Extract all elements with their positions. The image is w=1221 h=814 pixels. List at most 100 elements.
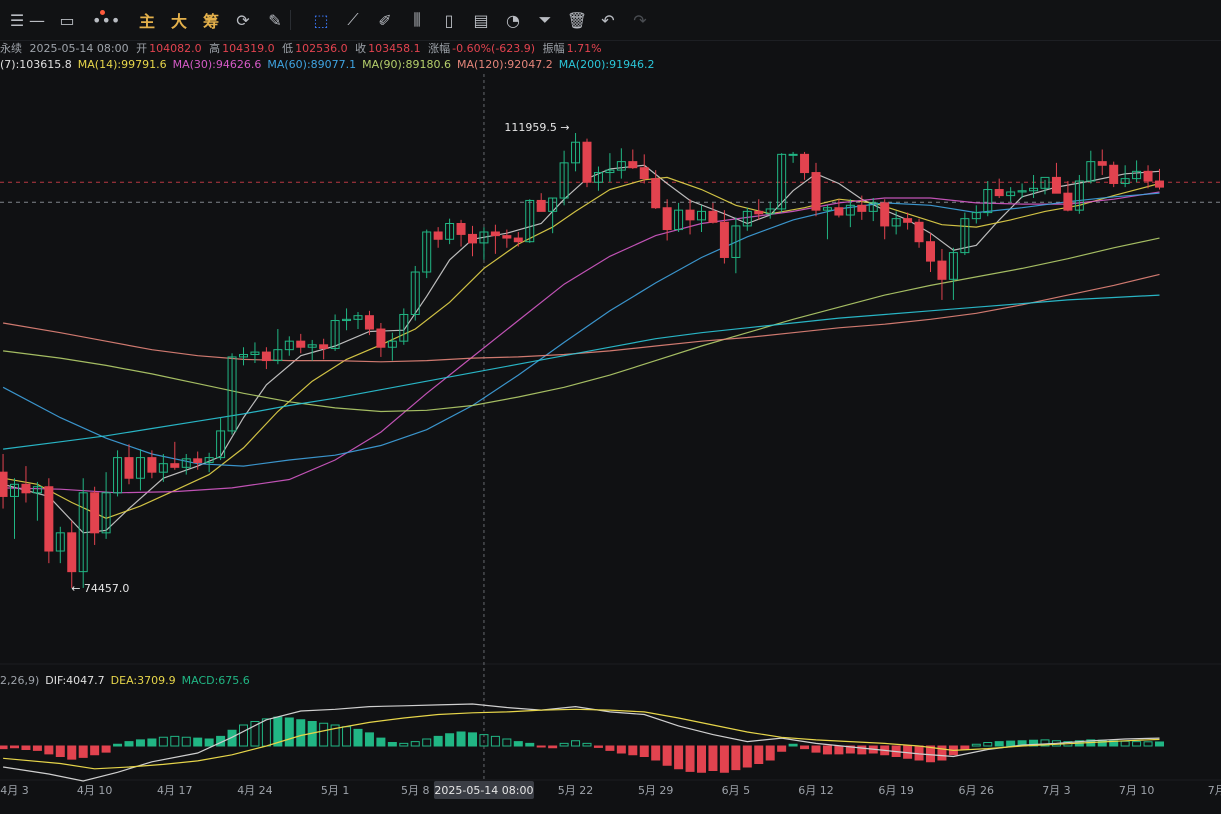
macd-bar-50 [571, 740, 581, 747]
candle-body-101 [1155, 180, 1164, 188]
macd-bar-25 [284, 717, 294, 747]
candle-body-47 [536, 199, 546, 212]
macd-bar-57 [651, 745, 661, 761]
candle-body-45 [513, 237, 523, 243]
candle-body-11 [124, 457, 134, 479]
x-tick-label: 6月 19 [878, 784, 914, 797]
macd-bar-43 [490, 735, 500, 747]
candle-body-75 [857, 204, 867, 212]
macd-bar-53 [605, 745, 615, 751]
x-tick-label: 6月 12 [798, 784, 834, 797]
macd-bar-80 [914, 745, 924, 761]
macd-bar-40 [456, 731, 466, 747]
x-tick-label: 4月 17 [157, 784, 193, 797]
macd-bar-49 [559, 742, 569, 747]
macd-bar-101 [1155, 741, 1164, 747]
ma-line-ma30 [3, 191, 1160, 494]
candle-body-57 [651, 178, 661, 209]
macd-bar-100 [1143, 741, 1153, 747]
macd-bar-4 [44, 745, 54, 755]
candle-body-71 [811, 172, 821, 211]
ma-line-ma7 [2, 164, 1160, 534]
candle-body-41 [468, 233, 477, 244]
macd-bar-60 [685, 745, 695, 772]
macd-bar-12 [135, 739, 145, 747]
macd-bar-99 [1132, 741, 1142, 747]
ma-line-ma200 [3, 294, 1160, 450]
ma-line-ma90 [3, 237, 1160, 413]
macd-bar-96 [1097, 739, 1107, 747]
macd-bar-54 [616, 745, 626, 754]
candle-body-17 [193, 458, 203, 463]
ma-line-ma120 [2, 273, 1160, 363]
macd-bar-16 [181, 736, 191, 747]
x-tick-label: 4月 3 [0, 784, 29, 797]
macd-bar-14 [158, 736, 168, 747]
candle-body-87 [994, 189, 1004, 197]
x-tick-label: 6月 5 [722, 784, 751, 797]
macd-bar-13 [147, 738, 157, 747]
candle-body-55 [628, 161, 638, 169]
x-tick-label: 4月 24 [237, 784, 273, 797]
candle-body-28 [319, 344, 329, 349]
candle-body-58 [662, 207, 672, 231]
macd-bar-26 [296, 719, 306, 747]
macd-bar-75 [857, 745, 867, 755]
macd-bar-35 [399, 742, 409, 747]
x-tick-label: 7月 3 [1042, 784, 1071, 797]
candle-body-0 [0, 471, 8, 497]
candle-body-73 [834, 207, 844, 216]
candle-body-97 [1109, 164, 1119, 184]
macd-bar-64 [731, 745, 741, 771]
macd-bar-6 [67, 745, 77, 760]
candle-body-15 [170, 463, 180, 468]
macd-bar-44 [502, 738, 512, 747]
candle-body-96 [1097, 161, 1107, 166]
macd-bar-38 [433, 735, 443, 747]
candle-body-38 [433, 231, 443, 240]
macd-bar-0 [0, 745, 8, 750]
candle-body-62 [708, 210, 718, 223]
macd-bar-18 [204, 738, 214, 747]
macd-bar-63 [719, 745, 729, 773]
macd-bar-45 [513, 741, 523, 747]
crosshair-date-label: 2025-05-14 08:00 [434, 784, 533, 797]
macd-bar-21 [239, 724, 248, 747]
candlestick-chart[interactable]: 111959.5 → ← 74457.0 4月 3 4月 10 4月 17 4月 24 5月… [0, 0, 1221, 814]
macd-bar-8 [90, 745, 100, 756]
macd-bar-9 [101, 745, 111, 753]
macd-bar-55 [628, 745, 638, 756]
macd-bar-87 [994, 741, 1004, 747]
candle-body-92 [1051, 176, 1061, 194]
macd-bar-69 [788, 743, 798, 747]
macd-bar-28 [319, 722, 329, 747]
candle-body-69 [788, 153, 798, 156]
candle-body-4 [44, 486, 54, 552]
macd-bar-71 [811, 745, 821, 753]
macd-dea-line [3, 708, 1160, 770]
macd-bar-15 [170, 735, 180, 747]
macd-bar-98 [1120, 740, 1130, 747]
macd-bar-34 [387, 742, 397, 747]
x-tick-label: 7月 10 [1119, 784, 1155, 797]
macd-bar-70 [800, 745, 810, 750]
candle-body-81 [926, 241, 935, 262]
macd-bar-3 [32, 745, 42, 751]
macd-bar-66 [754, 745, 764, 764]
candle-body-100 [1143, 170, 1153, 182]
candle-body-2 [21, 483, 31, 494]
macd-bar-84 [960, 745, 970, 750]
candle-body-33 [376, 328, 386, 348]
macd-bar-10 [113, 743, 123, 747]
candle-body-6 [67, 532, 77, 573]
macd-bar-56 [639, 745, 649, 757]
x-tick-label: 7月 [1208, 784, 1221, 797]
macd-bar-46 [525, 742, 535, 747]
macd-bar-67 [765, 745, 775, 761]
candle-body-93 [1063, 192, 1073, 211]
candle-body-66 [754, 210, 764, 215]
macd-bar-33 [376, 737, 386, 747]
macd-bar-5 [55, 745, 65, 757]
candle-body-26 [296, 340, 306, 348]
candle-body-23 [261, 351, 271, 362]
